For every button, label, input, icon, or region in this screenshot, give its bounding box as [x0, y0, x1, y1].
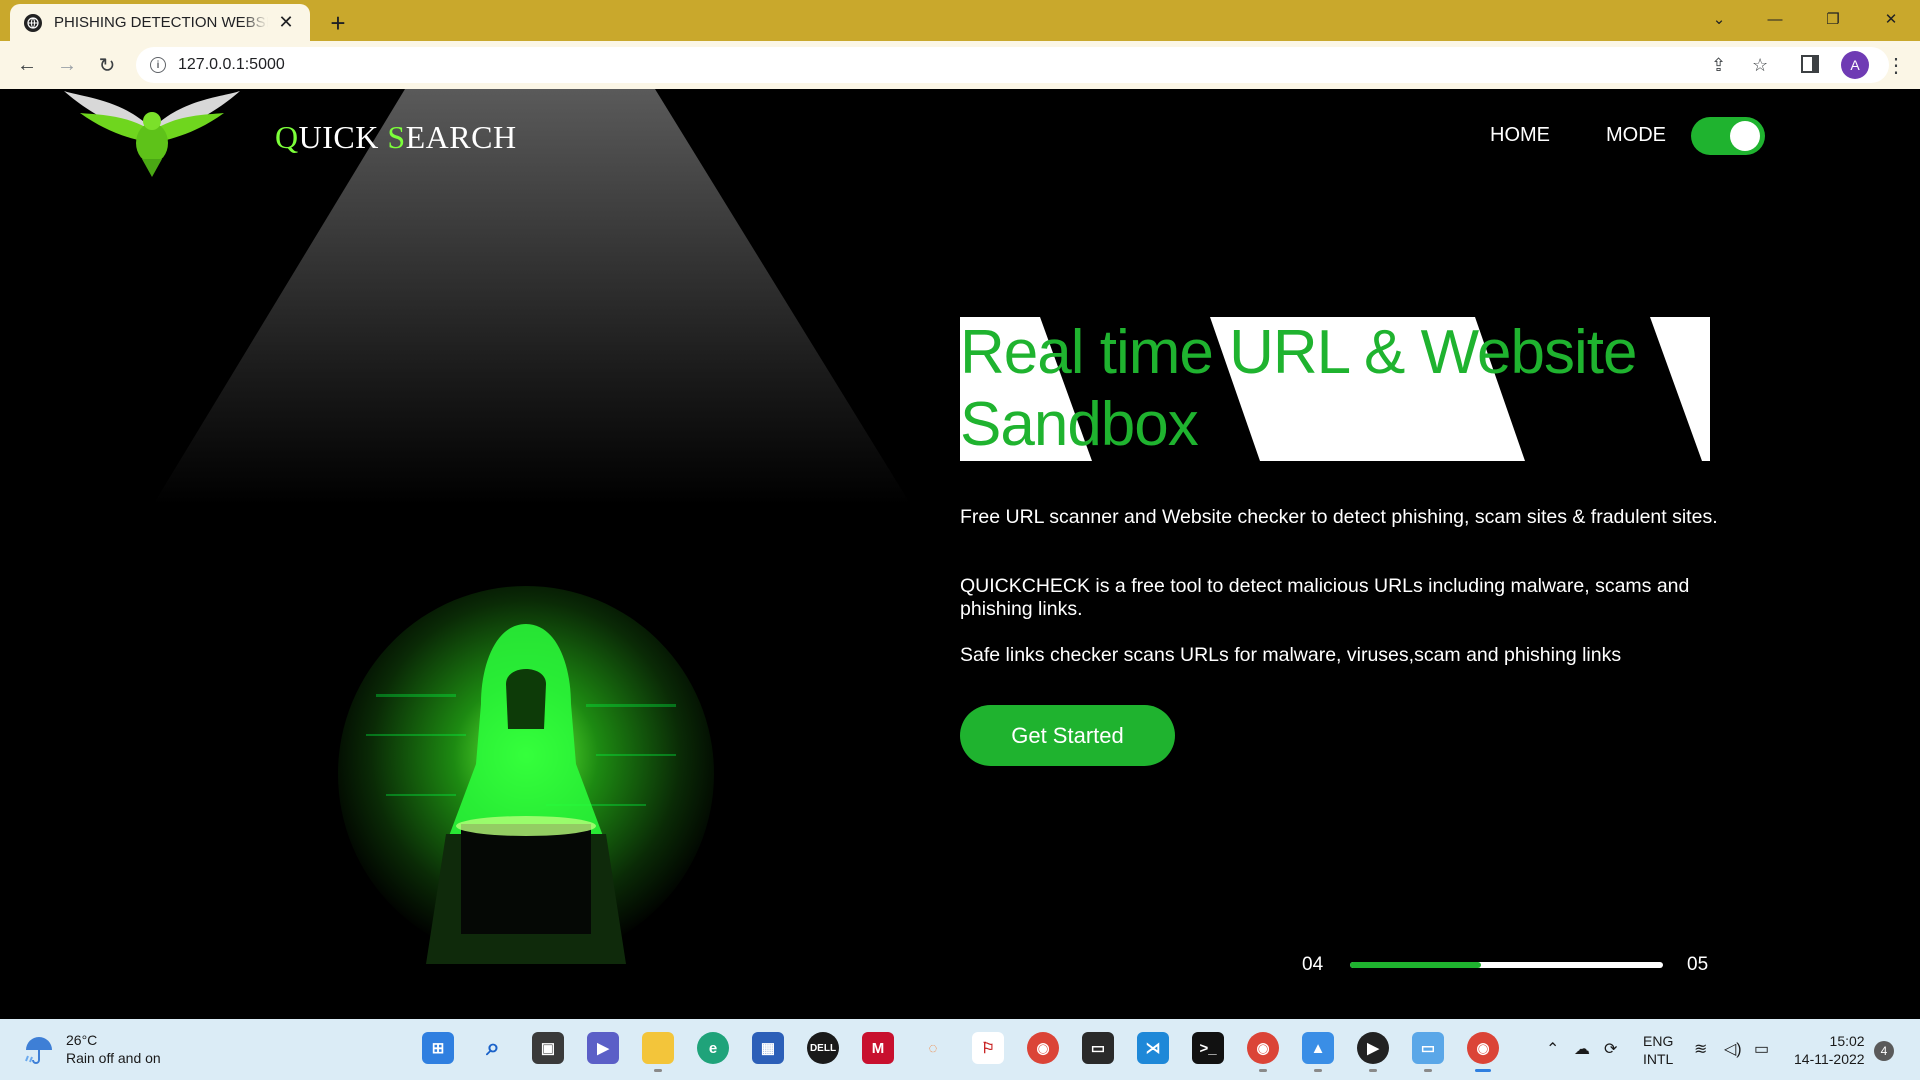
- command-prompt-icon[interactable]: >_: [1192, 1032, 1224, 1064]
- tab-title: PHISHING DETECTION WEBSITE: [54, 14, 268, 31]
- reload-button[interactable]: ↻: [93, 51, 121, 79]
- language-indicator[interactable]: ENG INTL: [1643, 1032, 1673, 1068]
- chat-icon[interactable]: ▶: [587, 1032, 619, 1064]
- tab-search-icon[interactable]: ⌄: [1694, 0, 1744, 38]
- search-icon[interactable]: ⌕: [477, 1032, 509, 1064]
- slide-progress-fill: [1350, 962, 1482, 968]
- task-view-icon[interactable]: ▣: [532, 1032, 564, 1064]
- toggle-knob: [1730, 121, 1760, 151]
- forward-button[interactable]: →: [53, 51, 81, 79]
- app-icon[interactable]: ⚐: [972, 1032, 1004, 1064]
- new-tab-button[interactable]: +: [326, 8, 350, 39]
- url-text: 127.0.0.1:5000: [178, 56, 285, 73]
- profile-avatar[interactable]: A: [1841, 51, 1869, 79]
- nav-mode-label: MODE: [1606, 124, 1666, 146]
- onedrive-cloud-icon[interactable]: ☁: [1574, 1039, 1590, 1059]
- nav-home-link[interactable]: HOME: [1490, 124, 1550, 147]
- hero-paragraph-2: QUICKCHECK is a free tool to detect mali…: [960, 575, 1690, 620]
- web-page: QUICK SEARCH HOME MODE Real time URL & W…: [0, 89, 1920, 1019]
- system-clock[interactable]: 15:02 14-11-2022: [1794, 1032, 1865, 1068]
- share-icon[interactable]: ⇪: [1711, 55, 1726, 76]
- bookmark-star-icon[interactable]: ☆: [1752, 55, 1768, 76]
- menu-icon[interactable]: ⋮: [1886, 53, 1906, 78]
- hacker-illustration: [338, 586, 714, 964]
- dell-icon[interactable]: DELL: [807, 1032, 839, 1064]
- address-bar[interactable]: i 127.0.0.1:5000 ⇪ ☆: [136, 47, 1889, 83]
- remote-desktop-icon[interactable]: ▭: [1412, 1032, 1444, 1072]
- battery-icon[interactable]: ▭: [1754, 1039, 1769, 1059]
- photos-icon[interactable]: ▲: [1302, 1032, 1334, 1072]
- site-info-icon[interactable]: i: [150, 57, 166, 73]
- chrome-icon[interactable]: ◉: [1027, 1032, 1059, 1064]
- tray-chevron-icon[interactable]: ⌃: [1546, 1039, 1559, 1059]
- side-panel-icon[interactable]: [1801, 55, 1819, 73]
- mode-toggle[interactable]: [1691, 117, 1765, 155]
- vscode-icon[interactable]: ⋊: [1137, 1032, 1169, 1064]
- chrome-active-icon[interactable]: ◉: [1467, 1032, 1499, 1072]
- hero-headline: Real time URL & Website Sandbox: [960, 318, 1637, 459]
- terminal-icon[interactable]: ▭: [1082, 1032, 1114, 1064]
- browser-tab-bar: PHISHING DETECTION WEBSITE ✕ + ⌄ — ❐ ✕: [0, 0, 1920, 41]
- weather-temp: 26°C: [66, 1032, 98, 1048]
- volume-icon[interactable]: ◁): [1724, 1039, 1742, 1059]
- file-explorer-icon[interactable]: [642, 1032, 674, 1072]
- rain-umbrella-icon: [22, 1032, 56, 1066]
- weather-widget[interactable]: 26°C Rain off and on: [22, 1031, 161, 1067]
- browser-tab-active[interactable]: PHISHING DETECTION WEBSITE ✕: [10, 4, 310, 41]
- windows-start-icon[interactable]: ⊞: [422, 1032, 454, 1064]
- minimize-button[interactable]: —: [1750, 0, 1800, 38]
- store-icon[interactable]: ▦: [752, 1032, 784, 1064]
- close-window-button[interactable]: ✕: [1866, 0, 1916, 38]
- hero-paragraph-3: Safe links checker scans URLs for malwar…: [960, 644, 1622, 666]
- notification-badge[interactable]: 4: [1874, 1041, 1894, 1061]
- chrome-profile-d-icon[interactable]: ◉: [1247, 1032, 1279, 1072]
- globe-icon: [24, 13, 42, 32]
- eagle-logo-icon: [64, 91, 240, 177]
- weather-desc: Rain off and on: [66, 1050, 161, 1066]
- slide-progress-track[interactable]: [1350, 962, 1663, 968]
- hero-paragraph-1: Free URL scanner and Website checker to …: [960, 506, 1718, 528]
- get-started-button[interactable]: Get Started: [960, 705, 1175, 766]
- mcafee-icon[interactable]: M: [862, 1032, 894, 1064]
- wifi-icon[interactable]: ≋: [1694, 1039, 1707, 1059]
- sync-icon[interactable]: ⟳: [1604, 1039, 1617, 1059]
- restore-button[interactable]: ❐: [1808, 0, 1858, 38]
- slide-current: 04: [1302, 954, 1324, 975]
- windows-taskbar: 26°C Rain off and on ⊞ ⌕ ▣ ▶ e ▦ DELL M …: [0, 1019, 1920, 1080]
- slide-total: 05: [1687, 954, 1709, 975]
- tab-close-icon[interactable]: ✕: [276, 12, 296, 33]
- media-player-icon[interactable]: ▶: [1357, 1032, 1389, 1072]
- back-button[interactable]: ←: [13, 51, 41, 79]
- jupyter-icon[interactable]: ◌: [917, 1032, 949, 1064]
- edge-browser-icon[interactable]: e: [697, 1032, 729, 1064]
- brand-name[interactable]: QUICK SEARCH: [275, 119, 517, 156]
- browser-toolbar: ← → ↻ i 127.0.0.1:5000 ⇪ ☆ A ⋮: [0, 41, 1920, 89]
